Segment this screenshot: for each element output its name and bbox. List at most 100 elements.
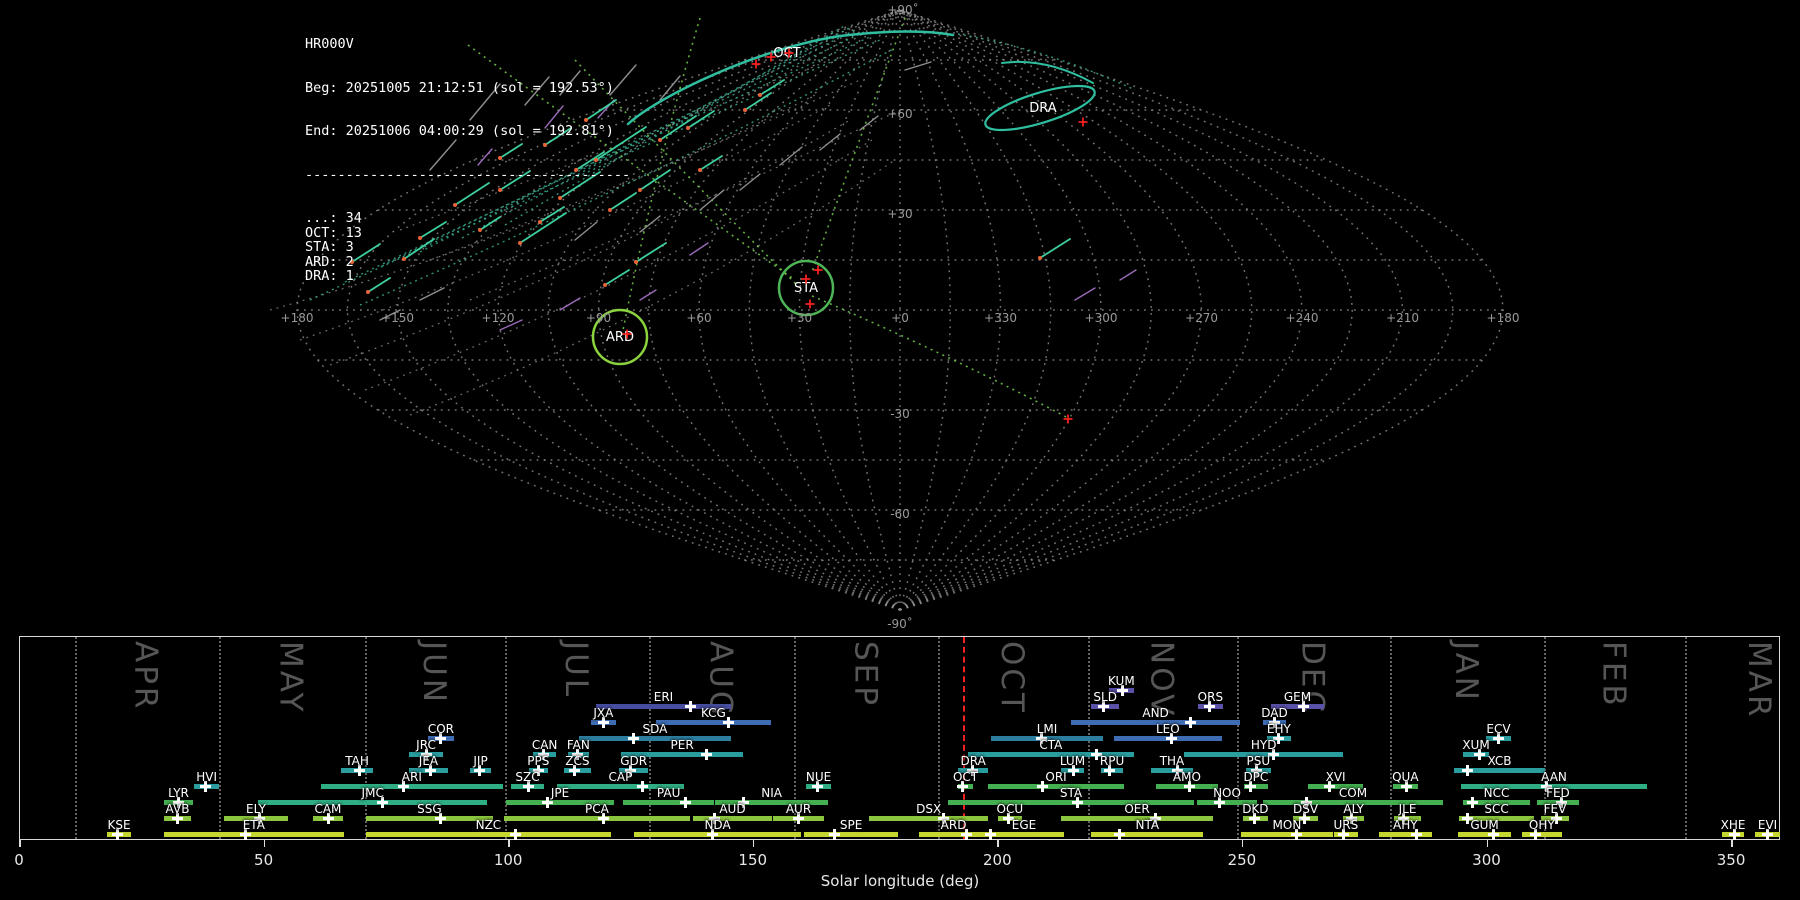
shower-label-XUM: XUM (1462, 737, 1490, 752)
shower-label-NIA: NIA (761, 785, 782, 800)
shower-label-XCB: XCB (1487, 753, 1512, 768)
shower-label-ELY: ELY (246, 801, 267, 816)
x-tick-label-100: 100 (493, 851, 523, 869)
shower-label-JPE: JPE (550, 785, 570, 800)
peak-marker-PER (701, 748, 713, 760)
shower-bar-KCG (655, 719, 771, 725)
month-label-JUL: JUL (557, 641, 594, 700)
lat-label: +30 (887, 207, 912, 221)
shower-label-JMC: JMC (361, 785, 384, 800)
month-label-FEB: FEB (1595, 641, 1632, 709)
shower-map-label-DRA: DRA (1029, 101, 1057, 116)
shower-label-DSX: DSX (916, 801, 942, 816)
shower-label-OCT: OCT (952, 769, 979, 784)
shower-label-AUR: AUR (785, 801, 812, 816)
shower-bar-EGE (984, 831, 1064, 837)
shower-label-KUM: KUM (1108, 673, 1135, 688)
count-STA: STA: 3 (305, 239, 354, 255)
x-tick-label-200: 200 (983, 851, 1012, 869)
shower-label-LEO: LEO (1155, 721, 1180, 736)
month-boundary-DEC (1237, 637, 1240, 839)
grid-meridian (899, 9, 1203, 611)
streak-origin-dot (758, 93, 762, 97)
count-DRA: DRA: 1 (305, 268, 354, 284)
streak-origin-dot (698, 168, 702, 172)
x-tick-label-250: 250 (1227, 851, 1257, 869)
month-boundary-MAR (1684, 637, 1687, 839)
peak-marker-PAU (680, 796, 692, 808)
peak-marker-NCC (1467, 796, 1479, 808)
radiant-trajectory (811, 295, 1069, 419)
shower-bar-SDA (579, 735, 731, 741)
shower-label-HYD: HYD (1250, 737, 1277, 752)
meteor-streak (904, 61, 932, 71)
shower-label-THA: THA (1159, 753, 1185, 768)
shower-bar-PAU (623, 799, 715, 805)
peak-marker-XCB (1462, 764, 1474, 776)
streak-origin-dot (686, 126, 690, 130)
radiants-screen: DRA STA ARD OCT +180 +150 +120 +90 +60 +30 +0 +330 +… (0, 0, 1800, 900)
streak-origin-dot (1038, 256, 1042, 260)
lon-label: +120 (482, 311, 515, 325)
shower-label-JIP: JIP (473, 753, 488, 768)
shower-bar-NZC (365, 831, 611, 837)
lat-label: -60 (890, 507, 910, 521)
shower-label-PCA: PCA (585, 801, 609, 816)
lon-label: +270 (1185, 311, 1218, 325)
shower-label-DKD: DKD (1242, 801, 1269, 816)
grid-meridian (798, 9, 901, 611)
lat-label: -30 (890, 407, 910, 421)
month-label-OCT: OCT (994, 641, 1030, 715)
meteor-streak (739, 173, 761, 191)
lon-label: +180 (281, 311, 314, 325)
count-OCT: OCT: 13 (305, 224, 362, 241)
shower-label-ZCS: ZCS (565, 753, 590, 768)
shower-label-JEA: JEA (418, 753, 439, 768)
meteor-streak (699, 189, 725, 211)
month-label-MAY: MAY (272, 641, 309, 715)
shower-bar-DSX (869, 815, 989, 821)
shower-label-DAD: DAD (1261, 705, 1288, 720)
month-label-SEP: SEP (847, 641, 884, 708)
lon-label: +330 (984, 311, 1017, 325)
shower-label-DRA: DRA (960, 753, 986, 768)
x-tick-300 (1486, 840, 1488, 847)
x-tick-label-300: 300 (1472, 851, 1501, 869)
lon-label: +240 (1286, 311, 1319, 325)
current-sol-line (962, 637, 965, 839)
x-tick-label-350: 350 (1716, 851, 1746, 869)
shower-label-CTA: CTA (1039, 737, 1063, 752)
shower-label-JLE: JLE (1398, 801, 1417, 816)
grid-meridian (899, 9, 1253, 611)
grid-meridian (597, 9, 901, 611)
lon-label: +180 (1487, 311, 1520, 325)
shower-label-CAN: CAN (531, 737, 558, 752)
shower-label-OHY: OHY (1528, 817, 1555, 832)
shower-label-NOO: NOO (1213, 785, 1241, 800)
shower-label-AAN: AAN (1541, 769, 1567, 784)
shower-label-ALY: ALY (1343, 801, 1365, 816)
shower-bar-ARD (919, 831, 989, 837)
shower-label-LYR: LYR (168, 785, 189, 800)
begin-time: Beg: 20251005 21:12:51 (sol = 192.53°) (305, 79, 614, 96)
x-tick-label-150: 150 (738, 851, 768, 869)
shower-label-URS: URS (1333, 817, 1359, 832)
shower-bar-ORI (988, 783, 1125, 789)
x-tick-label-50: 50 (254, 851, 274, 869)
shower-label-EHY: EHY (1266, 721, 1291, 736)
shower-bar-GUM (1458, 831, 1511, 837)
lon-label: +30 (787, 311, 812, 325)
shower-bar-JMC (258, 799, 488, 805)
meteor-streak (859, 115, 879, 131)
shower-label-FAN: FAN (566, 737, 590, 752)
streak-origin-dot (743, 108, 747, 112)
shower-label-CAM: CAM (314, 801, 342, 816)
shower-label-AMO: AMO (1172, 769, 1201, 784)
month-label-APR: APR (127, 641, 164, 712)
lon-label: +60 (686, 311, 711, 325)
lat-label: -90˚ (887, 616, 913, 631)
shower-bar-ARI (320, 783, 503, 789)
x-tick-100 (508, 840, 510, 847)
activity-timeline: APR MAY JUN JUL AUG SEP OCT NOV DEC JAN FEB MAR KUM E… (19, 636, 1780, 840)
peak-marker-NZC (509, 828, 521, 840)
